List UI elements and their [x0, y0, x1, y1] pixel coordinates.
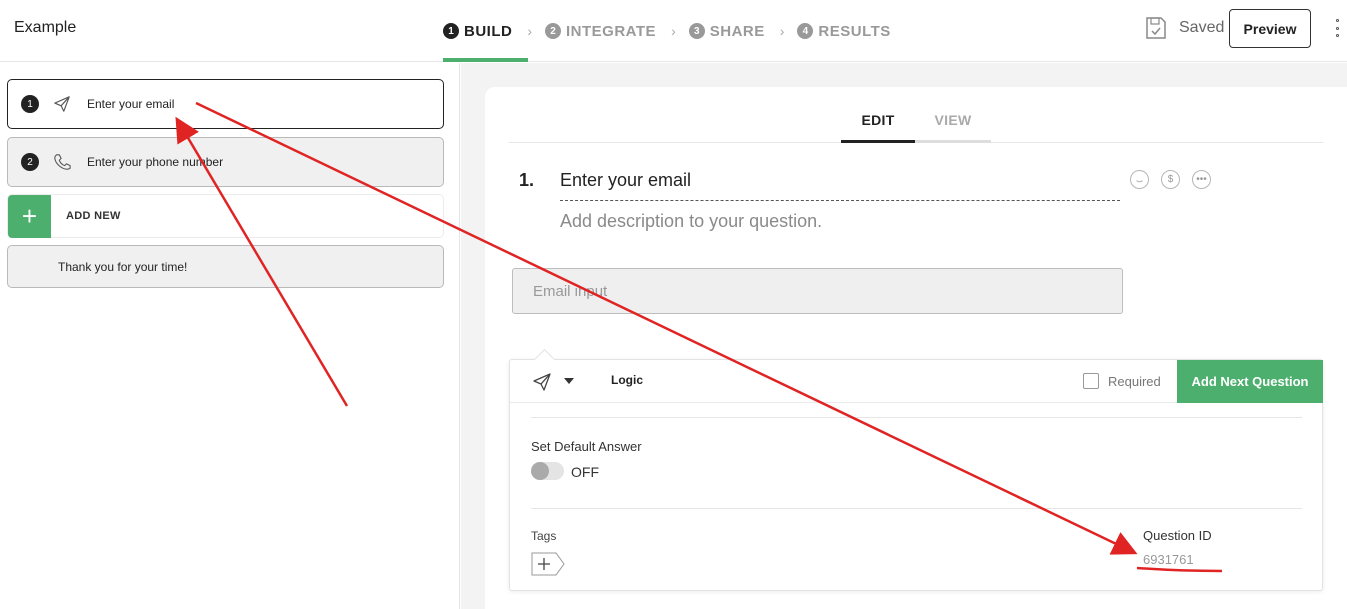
question-number: 1 — [21, 95, 39, 113]
top-bar: Example 1 BUILD › 2 INTEGRATE › 3 SHARE … — [0, 0, 1347, 62]
chevron-right-icon: › — [527, 23, 532, 39]
question-label: Enter your phone number — [87, 155, 224, 169]
question-index: 1. — [519, 170, 535, 190]
email-input-preview: Email input — [512, 268, 1123, 314]
paper-plane-icon — [54, 96, 70, 112]
settings-header: Logic Required Add Next Question — [510, 360, 1323, 403]
add-new-button[interactable]: + ADD NEW — [7, 194, 444, 238]
saved-label: Saved — [1179, 19, 1225, 36]
step-number: 1 — [443, 23, 459, 39]
step-share[interactable]: 3 SHARE — [688, 0, 767, 62]
divider — [531, 417, 1302, 418]
step-label: INTEGRATE — [566, 22, 657, 40]
tags-label: Tags — [531, 529, 557, 543]
question-id-value: 6931761 — [1143, 552, 1194, 567]
tab-edit[interactable]: EDIT — [841, 112, 915, 143]
step-build[interactable]: 1 BUILD — [443, 0, 529, 62]
divider — [531, 508, 1302, 509]
question-title-field[interactable]: Enter your email — [560, 168, 1120, 201]
more-dots-icon[interactable]: ••• — [1192, 170, 1211, 189]
question-sidebar: 1 Enter your email 2 Enter your phone nu… — [0, 63, 460, 609]
paper-plane-icon[interactable] — [532, 372, 552, 392]
step-number: 3 — [688, 23, 705, 39]
chevron-down-icon[interactable] — [564, 378, 574, 384]
step-number: 2 — [545, 23, 561, 39]
question-settings-panel: Logic Required Add Next Question Set Def… — [509, 359, 1323, 591]
save-status: Saved — [1145, 16, 1224, 40]
step-label: SHARE — [709, 22, 765, 40]
emoji-icon[interactable] — [1130, 170, 1149, 189]
step-integrate[interactable]: 2 INTEGRATE — [545, 0, 658, 62]
more-options-icon[interactable] — [1333, 19, 1341, 37]
question-item-phone[interactable]: 2 Enter your phone number — [7, 137, 444, 187]
tab-view[interactable]: VIEW — [915, 112, 991, 143]
app-title: Example — [14, 19, 77, 36]
question-number: 2 — [21, 153, 39, 171]
editor-tabs: EDIT VIEW — [509, 100, 1323, 143]
logic-button[interactable]: Logic — [611, 373, 643, 387]
step-number: 4 — [797, 23, 814, 39]
step-results[interactable]: 4 RESULTS — [797, 0, 892, 62]
required-checkbox[interactable]: Required — [1083, 373, 1161, 389]
thank-you-screen-item[interactable]: Thank you for your time! — [7, 245, 444, 288]
plus-icon: + — [8, 194, 51, 238]
chevron-right-icon: › — [779, 23, 785, 39]
question-description-field[interactable]: Add description to your question. — [560, 211, 822, 232]
toggle-state-label: OFF — [571, 464, 599, 480]
add-new-label: ADD NEW — [66, 210, 121, 222]
question-id-label: Question ID — [1143, 528, 1212, 543]
dollar-icon[interactable]: $ — [1161, 170, 1180, 189]
required-label: Required — [1108, 373, 1161, 389]
question-label: Enter your email — [87, 97, 175, 111]
add-next-question-button[interactable]: Add Next Question — [1177, 360, 1323, 403]
question-item-email[interactable]: 1 Enter your email — [7, 79, 444, 129]
add-tag-icon[interactable] — [531, 552, 565, 576]
chevron-right-icon: › — [671, 23, 676, 39]
checkbox-icon — [1083, 373, 1099, 389]
step-label: BUILD — [464, 22, 513, 40]
preview-button[interactable]: Preview — [1229, 9, 1311, 48]
default-answer-label: Set Default Answer — [531, 439, 642, 454]
step-label: RESULTS — [818, 22, 891, 40]
default-answer-toggle[interactable] — [531, 462, 564, 480]
floppy-disk-icon — [1146, 17, 1166, 39]
phone-icon — [54, 154, 71, 170]
question-tools: $ ••• — [1130, 170, 1211, 189]
step-nav: 1 BUILD › 2 INTEGRATE › 3 SHARE › 4 RESU… — [443, 0, 893, 62]
